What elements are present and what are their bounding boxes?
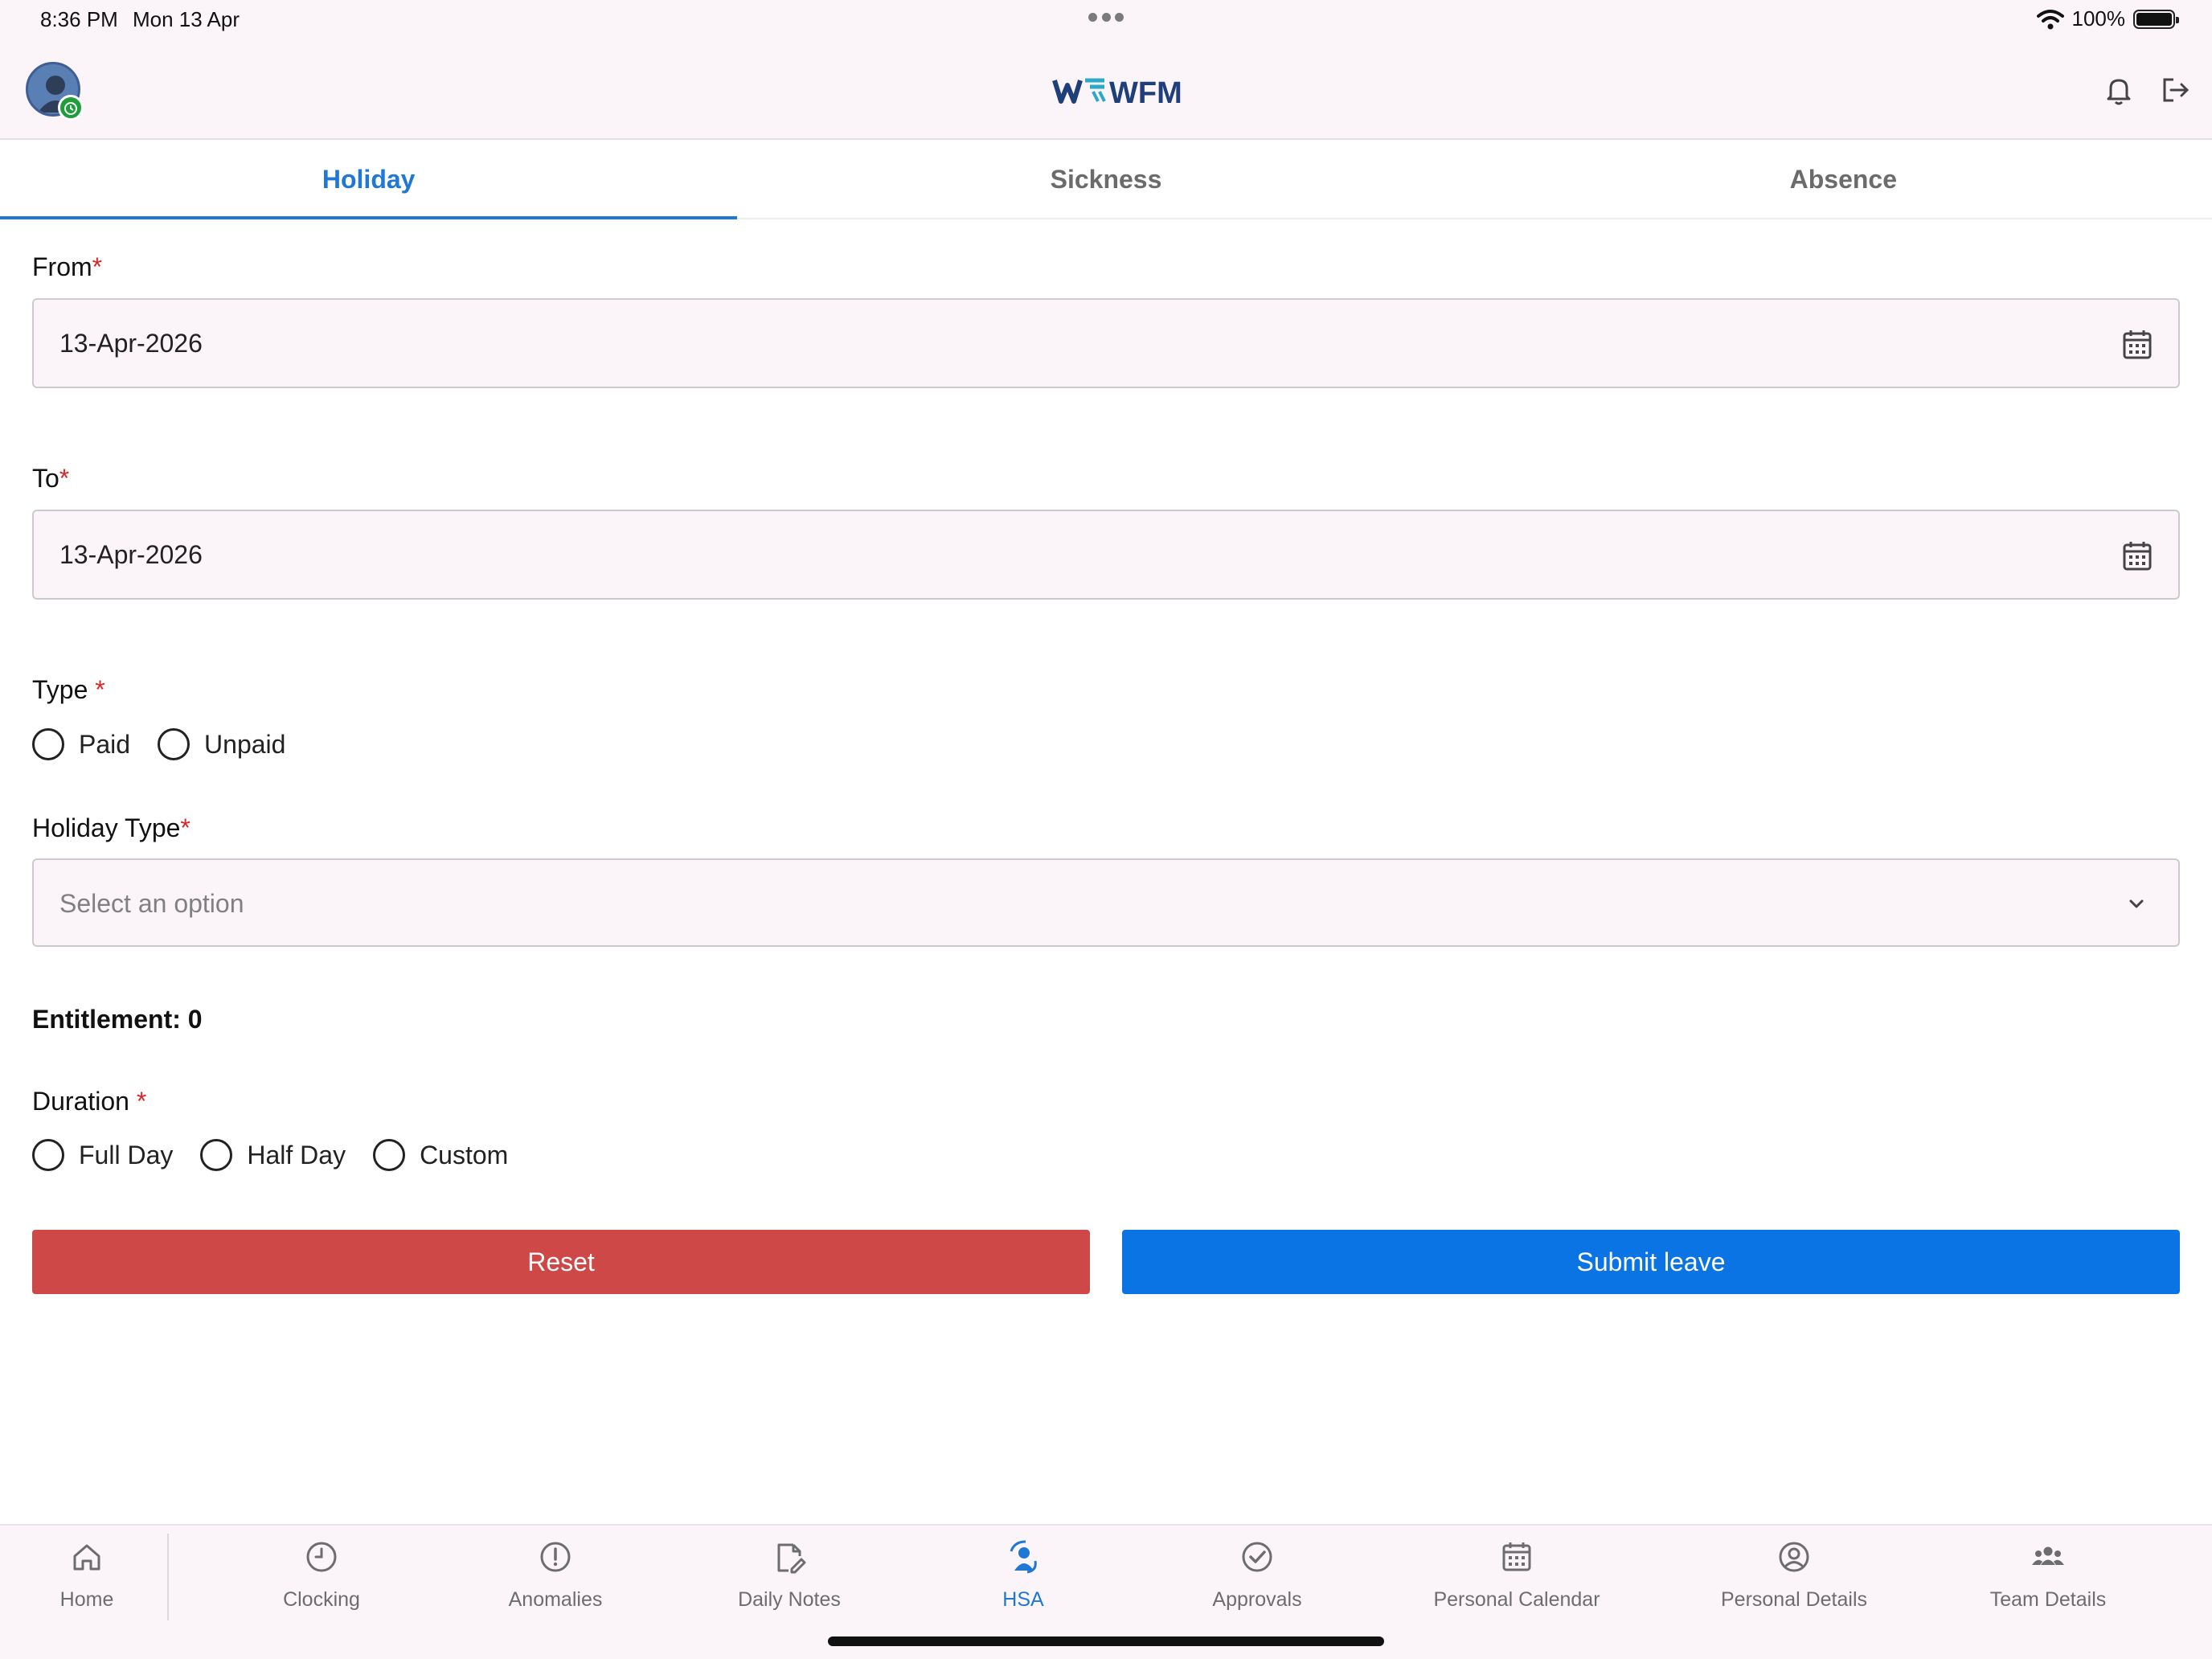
nav-item-clocking[interactable]: Clocking [201, 1538, 442, 1627]
from-date-value: 13-Apr-2026 [59, 329, 203, 358]
duration-radio-group: Full Day Half Day Custom [32, 1139, 535, 1171]
bell-icon[interactable] [2101, 72, 2136, 108]
from-date-field[interactable]: 13-Apr-2026 [32, 298, 2180, 388]
holiday-type-select[interactable]: Select an option [32, 858, 2180, 947]
duration-half-day-label[interactable]: Half Day [247, 1141, 346, 1170]
team-icon [2032, 1546, 2064, 1565]
nav-item-daily-notes[interactable]: Daily Notes [669, 1538, 910, 1627]
status-time: 8:36 PM [40, 7, 118, 31]
leave-type-tabs: Holiday Sickness Absence [0, 141, 2212, 219]
duration-label: Duration * [32, 1087, 147, 1116]
wfm-logo: WFM [1052, 76, 1182, 109]
logo-text: WFM [1109, 76, 1182, 109]
tab-sickness[interactable]: Sickness [737, 141, 1474, 218]
duration-custom-radio[interactable] [373, 1139, 406, 1171]
tab-holiday[interactable]: Holiday [0, 141, 738, 219]
to-date-field[interactable]: 13-Apr-2026 [32, 510, 2180, 600]
type-label: Type * [32, 675, 105, 704]
submit-leave-button[interactable]: Submit leave [1122, 1230, 2180, 1294]
clock-icon [306, 1542, 337, 1572]
multitasking-dots-icon[interactable] [1088, 13, 1124, 23]
nav-item-approvals[interactable]: Approvals [1137, 1538, 1378, 1627]
alert-circle-icon [540, 1542, 571, 1572]
home-icon [73, 1544, 100, 1571]
user-circle-icon [1779, 1542, 1809, 1572]
nav-item-anomalies[interactable]: Anomalies [435, 1538, 676, 1627]
type-paid-label[interactable]: Paid [79, 730, 130, 760]
to-label: To* [32, 464, 70, 493]
logout-icon[interactable] [2157, 72, 2193, 108]
duration-full-day-label[interactable]: Full Day [79, 1141, 173, 1170]
alarm-clock-icon [64, 102, 77, 115]
clock-status-badge [58, 95, 84, 121]
holiday-type-label: Holiday Type* [32, 813, 190, 842]
nav-item-personal-calendar[interactable]: Personal Calendar [1396, 1538, 1637, 1627]
duration-full-day-radio[interactable] [32, 1139, 64, 1171]
duration-half-day-radio[interactable] [200, 1139, 233, 1171]
status-bar: 8:36 PM Mon 13 Apr 100% [0, 0, 2212, 40]
calendar-icon [1502, 1542, 1531, 1571]
type-unpaid-radio[interactable] [158, 728, 190, 760]
note-edit-icon [777, 1543, 806, 1574]
to-date-value: 13-Apr-2026 [59, 540, 203, 569]
status-indicators: 100% [2036, 6, 2179, 31]
person-sync-icon [1010, 1540, 1037, 1574]
nav-item-personal-details[interactable]: Personal Details [1673, 1538, 1915, 1627]
from-label: From* [32, 252, 103, 281]
wifi-icon [2036, 9, 2064, 29]
tab-absence[interactable]: Absence [1475, 141, 2212, 218]
calendar-icon[interactable] [2120, 327, 2154, 361]
nav-item-home[interactable]: Home [0, 1538, 207, 1627]
type-unpaid-label[interactable]: Unpaid [204, 730, 285, 760]
nav-item-team-details[interactable]: Team Details [1927, 1538, 2169, 1627]
battery-icon [2133, 9, 2179, 29]
entitlement-text: Entitlement: 0 [32, 1005, 203, 1034]
battery-percentage: 100% [2071, 6, 2126, 31]
nav-item-hsa[interactable]: HSA [903, 1538, 1144, 1627]
check-circle-icon [1242, 1542, 1272, 1572]
type-radio-group: Paid Unpaid [32, 728, 313, 760]
holiday-type-placeholder: Select an option [59, 889, 244, 918]
duration-custom-label[interactable]: Custom [420, 1141, 508, 1170]
chevron-down-icon[interactable] [2122, 889, 2151, 918]
calendar-icon[interactable] [2120, 539, 2154, 572]
reset-button[interactable]: Reset [32, 1230, 1090, 1294]
app-header: WFM [0, 40, 2212, 140]
status-date: Mon 13 Apr [133, 7, 240, 31]
type-paid-radio[interactable] [32, 728, 64, 760]
home-indicator[interactable] [828, 1636, 1384, 1646]
